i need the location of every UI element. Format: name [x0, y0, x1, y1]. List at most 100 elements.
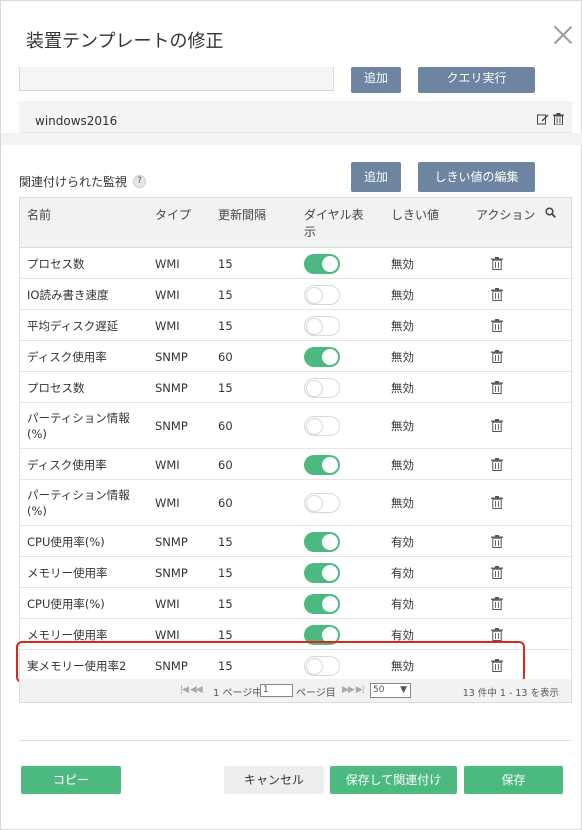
monitor-type: SNMP — [155, 535, 188, 549]
monitors-table: 名前 タイプ 更新間隔 ダイヤル表示 しきい値 アクション プロセス数 WMI 15… — [19, 197, 572, 682]
trash-icon[interactable] — [491, 597, 503, 611]
monitor-threshold-status: 無効 — [391, 496, 414, 510]
column-name[interactable]: 名前 — [27, 207, 51, 224]
highlight-annotation — [16, 641, 525, 683]
monitor-interval: 15 — [218, 535, 233, 549]
monitor-threshold-status: 無効 — [391, 288, 414, 302]
search-icon[interactable] — [545, 206, 556, 223]
monitor-type: SNMP — [155, 381, 188, 395]
monitor-threshold-status: 有効 — [391, 566, 414, 580]
table-body: プロセス数 WMI 15 無効 IO読み書き速度 WMI 15 無効 平均ディスク遅延 WMI 15… — [20, 248, 571, 681]
trash-icon[interactable] — [491, 257, 503, 271]
monitor-interval: 15 — [218, 288, 233, 302]
dial-toggle[interactable] — [304, 378, 340, 398]
monitor-type: WMI — [155, 257, 180, 271]
trash-icon[interactable] — [491, 458, 503, 472]
close-icon[interactable] — [551, 23, 575, 47]
column-interval[interactable]: 更新間隔 — [218, 207, 266, 224]
monitor-type: WMI — [155, 319, 180, 333]
monitor-interval: 60 — [218, 419, 233, 433]
table-row: プロセス数 SNMP 15 無効 — [20, 372, 571, 403]
device-row: windows2016 — [19, 101, 572, 133]
trash-icon[interactable] — [491, 496, 503, 510]
monitor-name: CPU使用率(%) — [27, 597, 105, 611]
table-row: ディスク使用率 SNMP 60 無効 — [20, 341, 571, 372]
footer-divider — [19, 740, 572, 741]
save-and-associate-button[interactable]: 保存して関連付け — [330, 766, 457, 794]
monitors-section-title: 関連付けられた監視 — [19, 175, 128, 189]
table-row: CPU使用率(%) WMI 15 有効 — [20, 588, 571, 619]
copy-button[interactable]: コピー — [21, 766, 121, 794]
page-size-value: 50 — [373, 685, 385, 695]
dial-toggle[interactable] — [304, 532, 340, 552]
monitor-threshold-status: 無効 — [391, 381, 414, 395]
page-size-select[interactable]: 50 ▼ — [370, 683, 411, 698]
monitor-interval: 60 — [218, 350, 233, 364]
monitor-threshold-status: 無効 — [391, 257, 414, 271]
dial-toggle[interactable] — [304, 594, 340, 614]
monitor-type: SNMP — [155, 419, 188, 433]
trash-icon[interactable] — [491, 381, 503, 395]
monitor-name-line1: パーティション情報 — [27, 488, 130, 502]
column-threshold[interactable]: しきい値 — [391, 207, 439, 224]
table-header: 名前 タイプ 更新間隔 ダイヤル表示 しきい値 アクション — [20, 198, 571, 248]
query-textarea[interactable] — [19, 67, 334, 91]
save-button[interactable]: 保存 — [464, 766, 563, 794]
monitor-type: WMI — [155, 288, 180, 302]
dial-toggle[interactable] — [304, 416, 340, 436]
threshold-edit-button[interactable]: しきい値の編集 — [418, 162, 535, 192]
pagination-bar: |◀ ◀◀ 1 ページ中 1 ページ目 ▶▶ ▶| 50 ▼ 13 件中 1 - … — [19, 679, 572, 703]
monitor-type: WMI — [155, 496, 180, 510]
column-type[interactable]: タイプ — [155, 207, 191, 224]
trash-icon[interactable] — [491, 566, 503, 580]
monitor-threshold-status: 無効 — [391, 458, 414, 472]
monitor-name: IO読み書き速度 — [27, 288, 109, 302]
monitor-add-button[interactable]: 追加 — [351, 162, 401, 192]
column-action: アクション — [476, 208, 536, 222]
dial-toggle[interactable] — [304, 285, 340, 305]
monitor-name-line2: (%) — [27, 427, 47, 441]
dial-toggle[interactable] — [304, 347, 340, 367]
device-name: windows2016 — [35, 114, 118, 128]
column-dial[interactable]: ダイヤル表示 — [304, 207, 364, 241]
separator-band — [1, 133, 582, 145]
table-row: メモリー使用率 SNMP 15 有効 — [20, 557, 571, 588]
monitors-section-label: 関連付けられた監視 ? — [19, 173, 147, 190]
monitor-name: 平均ディスク遅延 — [27, 319, 119, 333]
dialog-title: 装置テンプレートの修正 — [26, 31, 224, 52]
trash-icon[interactable] — [491, 535, 503, 549]
monitor-name: パーティション情報 (%) — [27, 410, 130, 442]
column-dial-line2: 示 — [304, 225, 317, 239]
dial-toggle[interactable] — [304, 455, 340, 475]
monitor-interval: 15 — [218, 566, 233, 580]
monitor-type: SNMP — [155, 566, 188, 580]
query-run-button[interactable]: クエリ実行 — [418, 67, 535, 93]
trash-icon[interactable] — [491, 319, 503, 333]
trash-icon[interactable] — [553, 113, 564, 125]
monitor-name: ディスク使用率 — [27, 458, 107, 472]
monitor-type: WMI — [155, 458, 180, 472]
trash-icon[interactable] — [491, 350, 503, 364]
trash-icon[interactable] — [491, 628, 503, 642]
help-icon[interactable]: ? — [133, 175, 147, 188]
pagination-page-prefix: 1 ページ中 — [213, 688, 263, 699]
page-number-input[interactable]: 1 — [260, 684, 293, 697]
dial-toggle[interactable] — [304, 563, 340, 583]
dial-toggle[interactable] — [304, 493, 340, 513]
cancel-button[interactable]: キャンセル — [224, 766, 324, 794]
monitor-name: プロセス数 — [27, 257, 85, 271]
edit-icon[interactable] — [537, 113, 549, 125]
monitor-interval: 15 — [218, 597, 233, 611]
pagination-prev-nav[interactable]: |◀ ◀◀ — [180, 685, 203, 695]
monitor-interval: 15 — [218, 319, 233, 333]
trash-icon[interactable] — [491, 288, 503, 302]
table-row: プロセス数 WMI 15 無効 — [20, 248, 571, 279]
query-add-button[interactable]: 追加 — [351, 67, 401, 93]
monitor-threshold-status: 有効 — [391, 535, 414, 549]
dial-toggle[interactable] — [304, 316, 340, 336]
dial-toggle[interactable] — [304, 254, 340, 274]
monitor-name: メモリー使用率 — [27, 566, 108, 580]
monitor-name: ディスク使用率 — [27, 350, 107, 364]
pagination-next-nav[interactable]: ▶▶ ▶| — [342, 685, 365, 695]
trash-icon[interactable] — [491, 419, 503, 433]
